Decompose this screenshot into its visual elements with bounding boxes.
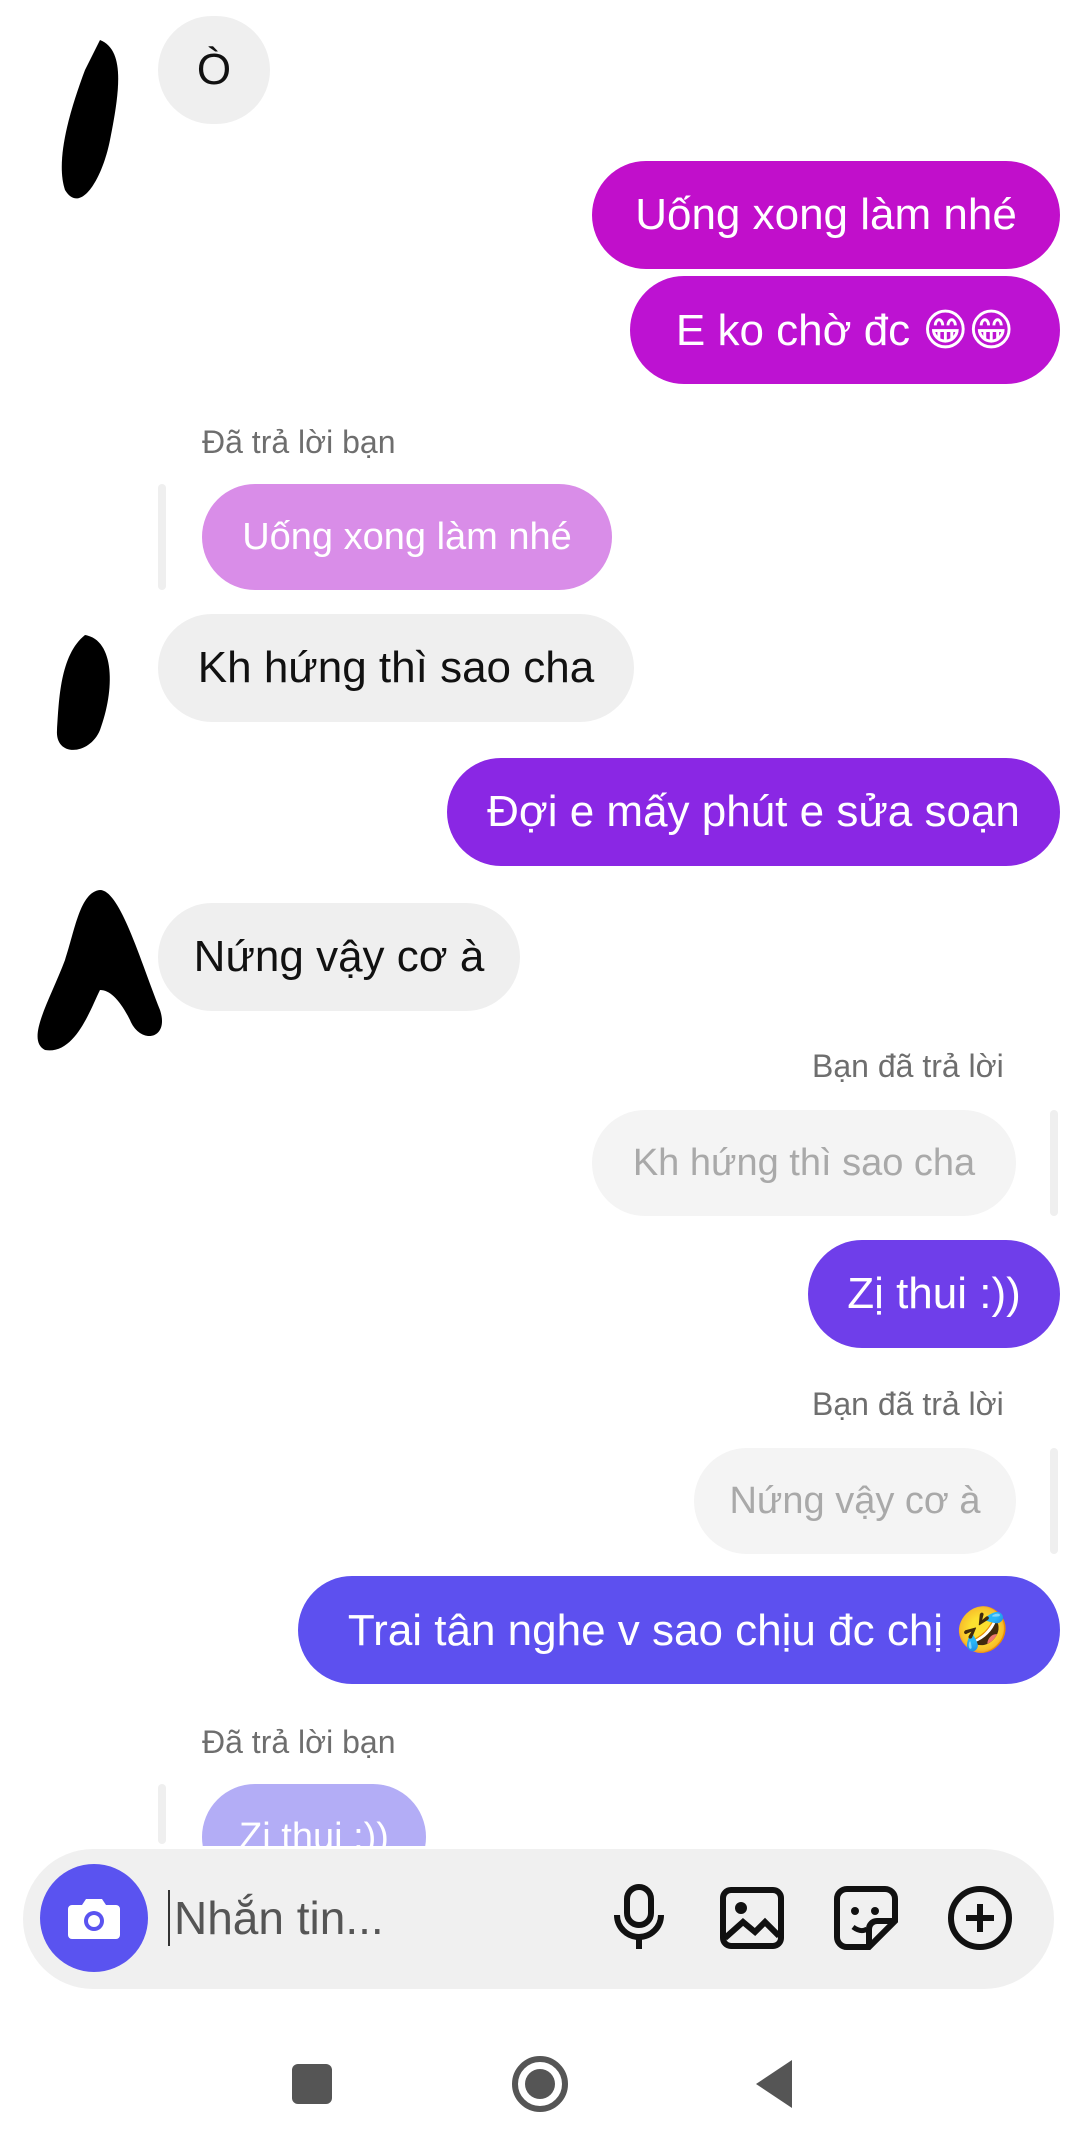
quoted-text: Uống xong làm nhé bbox=[242, 515, 572, 558]
more-button[interactable] bbox=[942, 1880, 1018, 1956]
message-text: Đợi e mấy phút e sửa soạn bbox=[487, 787, 1020, 836]
message-input[interactable]: Nhắn tin... bbox=[168, 1890, 384, 1946]
message-text: Kh hứng thì sao cha bbox=[197, 643, 595, 692]
reply-label: Bạn đã trả lời bbox=[812, 1386, 1004, 1422]
nav-home-button[interactable] bbox=[506, 2050, 574, 2118]
reply-label: Bạn đã trả lời bbox=[812, 1048, 1004, 1084]
gallery-button[interactable] bbox=[714, 1880, 790, 1956]
nav-home-icon bbox=[512, 2056, 568, 2112]
message-text: Ò bbox=[196, 45, 232, 94]
quoted-text: Nứng vậy cơ à bbox=[729, 1479, 981, 1522]
avatar-scribble bbox=[56, 635, 110, 750]
quoted-text: Zị thui :)) bbox=[239, 1815, 389, 1847]
message-outgoing[interactable]: Zị thui :)) bbox=[808, 1240, 1060, 1348]
camera-icon bbox=[68, 1899, 120, 1939]
message-text: Uống xong làm nhé bbox=[635, 190, 1017, 239]
message-text: Nứng vậy cơ à bbox=[193, 932, 485, 981]
reply-bar bbox=[158, 484, 166, 590]
reply-bar bbox=[1050, 1110, 1058, 1216]
microphone-button[interactable] bbox=[601, 1880, 677, 1956]
nav-back-icon bbox=[756, 2060, 792, 2108]
camera-button[interactable] bbox=[40, 1864, 148, 1972]
quoted-message[interactable]: Uống xong làm nhé bbox=[202, 484, 612, 590]
sticker-icon bbox=[834, 1886, 898, 1950]
quoted-text: Kh hứng thì sao cha bbox=[632, 1141, 976, 1184]
avatar-scribble bbox=[61, 40, 119, 199]
message-outgoing[interactable]: Uống xong làm nhé bbox=[592, 161, 1060, 269]
message-incoming[interactable]: Kh hứng thì sao cha bbox=[158, 614, 634, 722]
microphone-icon bbox=[614, 1884, 664, 1949]
nav-square-icon bbox=[292, 2064, 332, 2104]
quoted-message[interactable]: Nứng vậy cơ à bbox=[694, 1448, 1016, 1554]
nav-back-button[interactable] bbox=[742, 2052, 806, 2116]
message-text: Zị thui :)) bbox=[847, 1269, 1021, 1318]
nav-recents-button[interactable] bbox=[280, 2052, 344, 2116]
message-outgoing[interactable]: E ko chờ đc 😁😁 bbox=[630, 276, 1060, 384]
plus-icon bbox=[948, 1886, 1012, 1950]
message-outgoing[interactable]: Trai tân nghe v sao chịu đc chị 🤣 bbox=[298, 1576, 1060, 1684]
message-incoming[interactable]: Nứng vậy cơ à bbox=[158, 903, 520, 1011]
image-icon bbox=[720, 1887, 784, 1949]
reply-label: Đã trả lời bạn bbox=[202, 1724, 396, 1760]
message-text: E ko chờ đc 😁😁 bbox=[675, 305, 1015, 355]
quoted-message[interactable]: Kh hứng thì sao cha bbox=[592, 1110, 1016, 1216]
reply-bar bbox=[158, 1784, 166, 1844]
reply-label: Đã trả lời bạn bbox=[202, 424, 396, 460]
reply-bar bbox=[1050, 1448, 1058, 1554]
sticker-button[interactable] bbox=[828, 1880, 904, 1956]
avatar-scribble bbox=[37, 890, 163, 1051]
message-incoming[interactable]: Ò bbox=[158, 16, 270, 124]
message-outgoing[interactable]: Đợi e mấy phút e sửa soạn bbox=[447, 758, 1060, 866]
quoted-message-clipped[interactable]: Zị thui :)) bbox=[202, 1784, 426, 1846]
message-text: Trai tân nghe v sao chịu đc chị 🤣 bbox=[347, 1606, 1011, 1655]
